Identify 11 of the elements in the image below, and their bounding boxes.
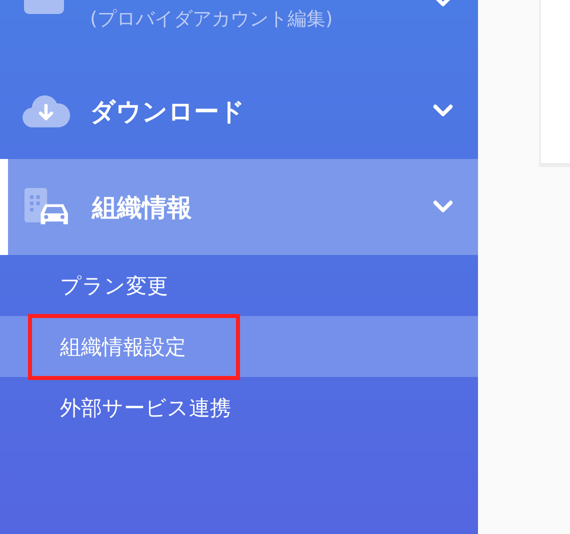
sidebar-item[interactable]: 組織情報: [0, 159, 478, 255]
chevron-icon: [432, 200, 454, 214]
sidebar-item[interactable]: ダウンロード: [0, 63, 478, 159]
sidebar-item[interactable]: (プロバイダアカウント編集): [0, 0, 478, 60]
chevron-icon: [432, 104, 454, 118]
item-label: ダウンロード: [90, 96, 245, 128]
submenu-item[interactable]: 組織情報設定: [0, 316, 478, 377]
submenu-item[interactable]: プラン変更: [0, 255, 478, 316]
item-subtitle: (プロバイダアカウント編集): [90, 7, 333, 32]
item-label: 組織情報: [92, 192, 192, 224]
submenu-item[interactable]: 外部サービス連携: [0, 377, 478, 438]
